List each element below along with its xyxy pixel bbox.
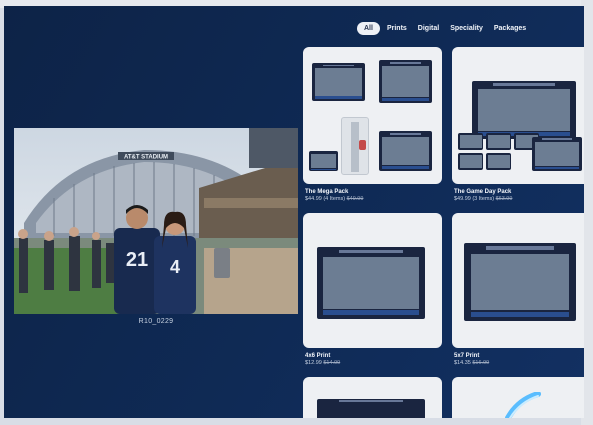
tab-speciality[interactable]: Speciality (446, 22, 487, 35)
keychain-thumb (341, 117, 369, 175)
print-thumb (317, 399, 425, 418)
print-thumb (464, 243, 576, 321)
customer-photo[interactable]: AT&T STADIUM 21 4 (14, 128, 298, 314)
kiosk-screen: AT&T STADIUM 21 4 R10_0229 All Prints Di… (4, 6, 584, 418)
photo-image: AT&T STADIUM 21 4 (14, 128, 298, 314)
tab-packages[interactable]: Packages (490, 22, 530, 35)
stadium-sign: AT&T STADIUM (124, 155, 168, 161)
product-price: $44.99 (4 Items) $49.99 (305, 196, 364, 202)
product-card-4x6-print[interactable] (303, 213, 442, 348)
print-thumb (317, 247, 425, 319)
touch-glare (505, 392, 541, 418)
product-title: 4x6 Print (305, 353, 331, 359)
print-thumb (309, 151, 338, 171)
product-card-game-day-pack[interactable] (452, 47, 584, 184)
print-thumb (312, 63, 365, 101)
product-info-mega-pack: The Mega Pack $44.99 (4 Items) $49.99 (305, 189, 363, 202)
product-thumbnail (303, 213, 442, 348)
product-grid: The Mega Pack $44.99 (4 Items) $49.99 Th… (303, 47, 584, 418)
filter-tabs: All Prints Digital Speciality Packages (357, 22, 530, 35)
original-price: $49.99 (346, 196, 364, 202)
tab-digital[interactable]: Digital (414, 22, 443, 35)
tab-all[interactable]: All (357, 22, 380, 35)
product-thumbnail (452, 47, 584, 184)
photo-caption: R10_0229 (138, 318, 174, 325)
product-info-4x6-print: 4x6 Print $12.99 $14.99 (305, 353, 340, 366)
print-thumb (458, 133, 483, 150)
print-thumb (379, 131, 432, 171)
print-thumb (486, 153, 511, 170)
product-thumbnail (303, 47, 442, 184)
product-card-partial[interactable] (303, 377, 442, 418)
svg-text:4: 4 (170, 257, 180, 277)
product-card-mega-pack[interactable] (303, 47, 442, 184)
product-price: $14.35 $16.99 (454, 360, 490, 366)
print-thumb (379, 60, 432, 103)
svg-text:21: 21 (126, 249, 148, 271)
original-price: $14.99 (323, 360, 341, 366)
product-info-game-day-pack: The Game Day Pack $49.99 (3 Items) $63.9… (454, 189, 512, 202)
product-thumbnail (452, 213, 584, 348)
product-price: $12.99 $14.99 (305, 360, 341, 366)
product-price: $49.99 (3 Items) $63.99 (454, 196, 513, 202)
original-price: $16.99 (472, 360, 490, 366)
print-thumb (458, 153, 483, 170)
product-title: The Mega Pack (305, 189, 349, 195)
print-thumb (472, 81, 576, 139)
print-thumb (532, 137, 582, 171)
product-info-5x7-print: 5x7 Print $14.35 $16.99 (454, 353, 489, 366)
product-card-5x7-print[interactable] (452, 213, 584, 348)
tab-prints[interactable]: Prints (383, 22, 411, 35)
product-title: 5x7 Print (454, 353, 480, 359)
original-price: $63.99 (495, 196, 513, 202)
print-thumb (486, 133, 511, 150)
product-title: The Game Day Pack (454, 189, 512, 195)
